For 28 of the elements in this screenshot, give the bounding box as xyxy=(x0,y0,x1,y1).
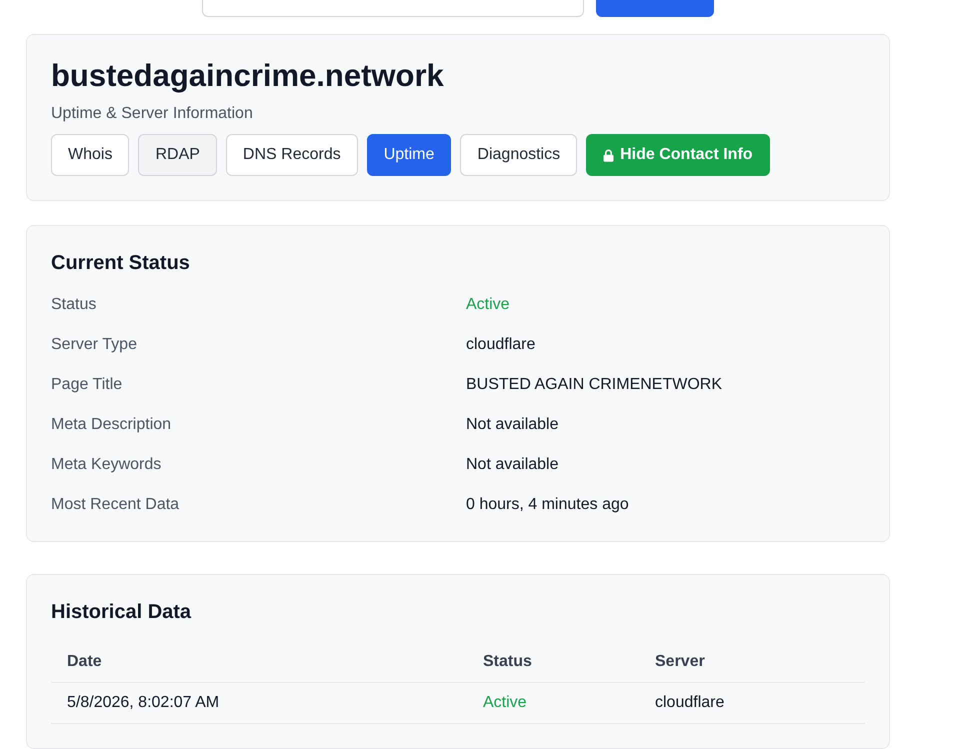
field-value: 0 hours, 4 minutes ago xyxy=(466,495,630,515)
status-value: Active xyxy=(466,295,511,315)
nav-tab[interactable]: RDAP xyxy=(138,134,217,176)
column-header: Date xyxy=(51,642,467,682)
field-label: Status xyxy=(51,295,98,315)
field-label: Server Type xyxy=(51,335,138,355)
table-cell: cloudflare xyxy=(639,682,865,724)
section-title: Current Status xyxy=(51,251,191,276)
field-value: BUSTED AGAIN CRIMENETWORK xyxy=(466,375,724,395)
column-header: Status xyxy=(467,642,639,682)
field-label: Most Recent Data xyxy=(51,495,180,515)
nav-tab[interactable]: Whois xyxy=(51,134,130,176)
section-title: Historical Data xyxy=(51,600,192,625)
field-value: Not available xyxy=(466,455,560,475)
table-cell: 5/8/2026, 8:02:07 AM xyxy=(51,682,467,724)
field-label: Meta Description xyxy=(51,415,172,435)
field-value: cloudflare xyxy=(466,335,536,355)
lock-icon xyxy=(603,148,614,162)
column-header: Server xyxy=(639,642,865,682)
status-cell: Active xyxy=(467,682,639,724)
field-label: Page Title xyxy=(51,375,124,395)
page-subtitle: Uptime & Server Information xyxy=(51,104,254,124)
domain-title: bustedagaincrime.network xyxy=(51,58,445,94)
nav-tab[interactable]: Uptime xyxy=(366,134,452,176)
field-label: Meta Keywords xyxy=(51,455,162,475)
nav-tab[interactable]: DNS Records xyxy=(226,134,358,176)
nav-tab[interactable]: Diagnostics xyxy=(460,134,578,176)
field-value: Not available xyxy=(466,415,560,435)
